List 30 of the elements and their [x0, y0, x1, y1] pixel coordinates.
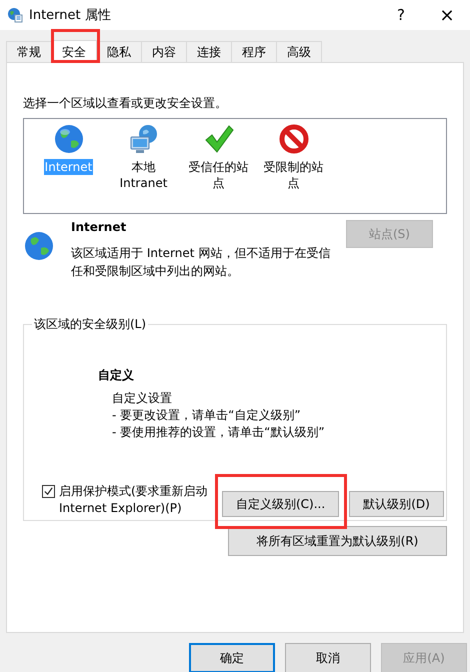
prohibited-icon[interactable] — [278, 123, 310, 155]
tab[interactable]: 高级 — [276, 41, 322, 62]
highlight-frame — [51, 29, 100, 63]
dialog-button[interactable]: 确定 — [189, 643, 275, 672]
globe-icon — [23, 230, 55, 262]
globe-icon — [7, 7, 23, 23]
zone-description: 该区域适用于 Internet 网站，但不适用于在受信任和受限制区域中列出的网站。 — [71, 245, 332, 280]
checkbox[interactable] — [42, 485, 55, 498]
zone-label[interactable]: 本地 Intranet — [112, 159, 174, 191]
checkbox-label[interactable]: 启用保护模式(要求重新启动 Internet Explorer)(P) — [59, 483, 211, 517]
tab[interactable]: 常规 — [6, 41, 52, 62]
level-name: 自定义 — [98, 367, 135, 384]
close-button[interactable]: × — [424, 0, 470, 30]
dialog-button[interactable]: 取消 — [285, 643, 371, 672]
level-description: 自定义设置 — [112, 390, 173, 407]
window-title: Internet 属性 — [29, 7, 111, 24]
zone-label[interactable]: 受信任的站点 — [188, 159, 250, 191]
reset-all-zones-button[interactable]: 将所有区域重置为默认级别(R) — [228, 526, 447, 556]
help-button[interactable]: ? — [378, 0, 424, 30]
custom-level-button[interactable]: 自定义级别(C)... — [222, 491, 340, 517]
zone-title: Internet — [71, 220, 128, 234]
level-description: - 要更改设置，请单击“自定义级别” — [112, 407, 302, 424]
instruction-text: 选择一个区域以查看或更改安全设置。 — [23, 95, 228, 112]
globe-icon[interactable] — [52, 123, 84, 155]
group-legend: 该区域的安全级别(L) — [32, 316, 148, 333]
network-computer-icon[interactable] — [128, 123, 160, 155]
checkmark-icon[interactable] — [202, 123, 234, 155]
zone-label[interactable]: 受限制的站点 — [262, 159, 324, 191]
default-level-button[interactable]: 默认级别(D) — [349, 491, 444, 517]
level-description: - 要使用推荐的设置，请单击“默认级别” — [112, 424, 326, 441]
